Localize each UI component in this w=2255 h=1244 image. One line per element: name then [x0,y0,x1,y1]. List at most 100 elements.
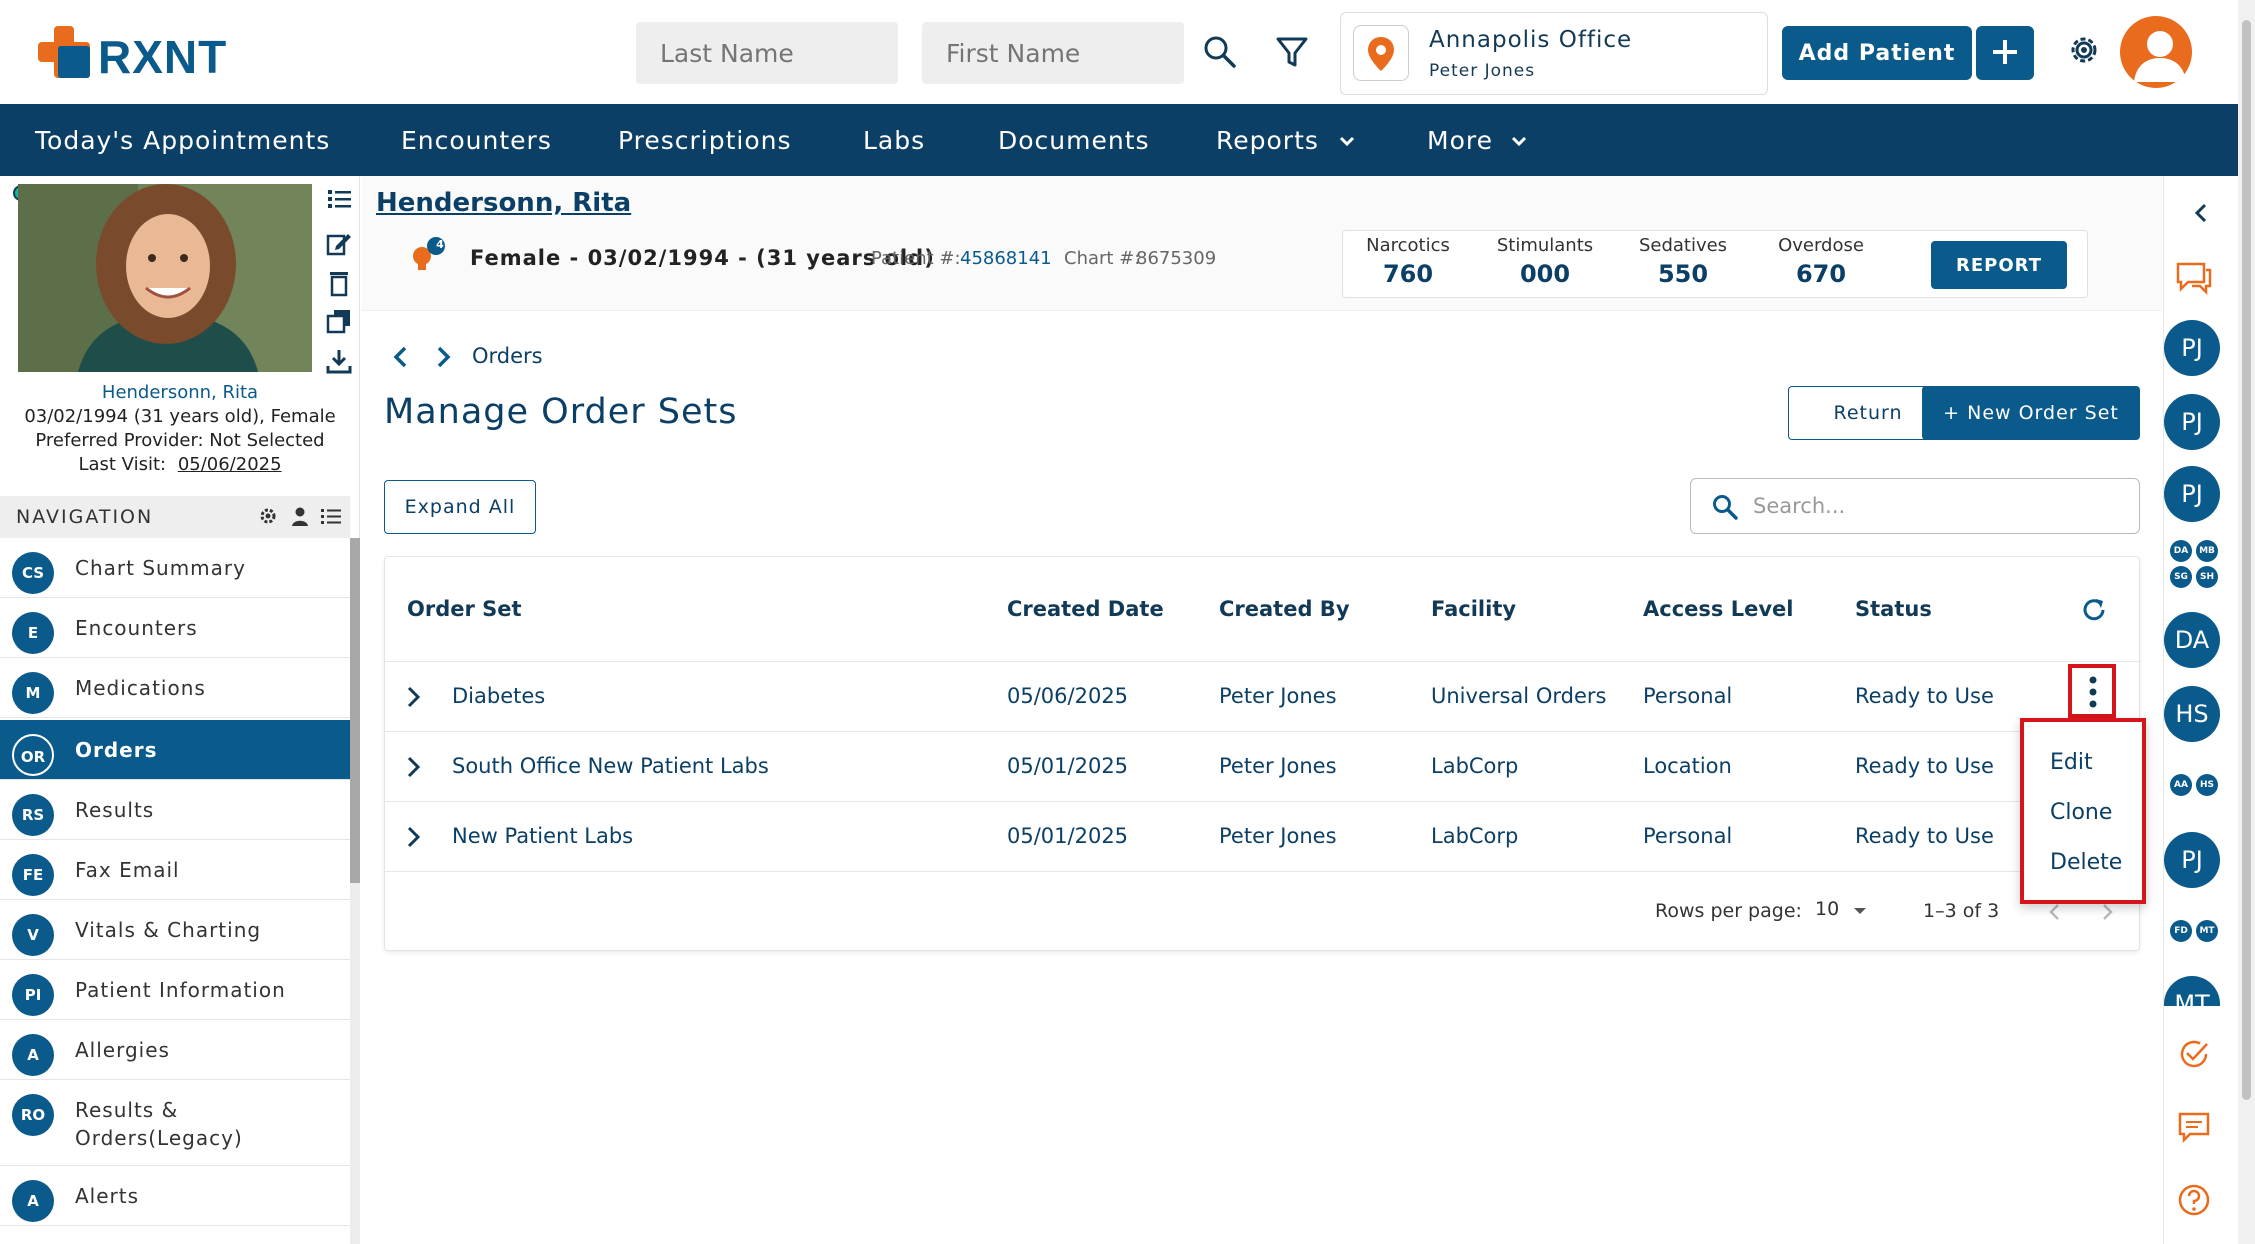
rail-mini-avatar[interactable]: SH [2196,566,2218,588]
table-row[interactable]: South Office New Patient Labs 05/01/2025… [385,731,2141,801]
rail-mini-avatar[interactable]: HS [2196,774,2218,796]
gear-icon[interactable] [2064,30,2104,70]
expand-chevron-icon[interactable] [401,684,425,710]
filter-icon[interactable] [1272,32,1312,72]
patient-card-name[interactable]: Hendersonn, Rita [0,382,360,403]
pdmp-report-button[interactable]: REPORT [1931,241,2067,289]
menu-item-edit[interactable]: Edit [2050,750,2093,775]
expand-chevron-icon[interactable] [401,824,425,850]
first-name-input[interactable] [922,22,1184,84]
nav-reports[interactable]: Reports [1216,126,1319,155]
rail-avatar-hs[interactable]: HS [2164,686,2220,742]
nav-more[interactable]: More [1427,126,1493,155]
table-row[interactable]: New Patient Labs 05/01/2025 Peter Jones … [385,801,2141,871]
quick-add-button[interactable] [1976,26,2034,80]
sidebar-item-allergies[interactable]: A Allergies [0,1020,350,1080]
search-icon[interactable] [1200,32,1240,72]
back-chevron-icon[interactable] [390,344,412,370]
last-name-input[interactable] [636,22,898,84]
page-scrollbar[interactable] [2238,0,2255,1244]
nav-todays-appointments[interactable]: Today's Appointments [35,126,330,155]
nav-documents[interactable]: Documents [998,126,1150,155]
more-chevron-down-icon[interactable] [1508,130,1530,152]
reports-chevron-down-icon[interactable] [1336,130,1358,152]
menu-item-delete[interactable]: Delete [2050,850,2122,875]
trash-icon[interactable] [324,268,354,298]
location-selector[interactable]: Annapolis Office Peter Jones [1340,12,1768,95]
nav-person-icon[interactable] [290,506,310,526]
sidebar-item-orders[interactable]: OR Orders [0,720,350,780]
rail-avatar-pj[interactable]: PJ [2164,832,2220,888]
sidebar-item-vitals-charting[interactable]: V Vitals & Charting [0,900,350,960]
cell-order-set[interactable]: South Office New Patient Labs [452,754,769,778]
cell-order-set[interactable]: New Patient Labs [452,824,633,848]
rail-avatar-da[interactable]: DA [2164,612,2220,668]
nav-encounters[interactable]: Encounters [401,126,552,155]
nav-list-icon[interactable] [320,506,342,526]
rail-mini-avatar[interactable]: FD [2170,920,2192,942]
col-created-date[interactable]: Created Date [1007,597,1164,621]
nav-settings-gear-icon[interactable] [258,506,278,526]
nav-labs[interactable]: Labs [863,126,925,155]
rail-mini-avatar[interactable]: MT [2196,920,2218,942]
menu-item-clone[interactable]: Clone [2050,800,2112,825]
last-visit-date[interactable]: 05/06/2025 [178,454,282,475]
rows-per-page-select[interactable]: 10 [1815,898,1839,920]
sidebar-item-encounters[interactable]: E Encounters [0,598,350,658]
collapse-chevron-icon[interactable] [2190,200,2212,226]
sidebar-item-results[interactable]: RS Results [0,780,350,840]
col-access-level[interactable]: Access Level [1643,597,1793,621]
rail-mini-avatar[interactable]: SG [2170,566,2192,588]
sidebar-item-medications[interactable]: M Medications [0,658,350,718]
user-avatar[interactable] [2120,16,2192,88]
add-patient-button[interactable]: Add Patient [1782,26,1972,80]
rail-avatar-pj[interactable]: PJ [2164,320,2220,376]
rail-mini-avatar[interactable]: MB [2196,540,2218,562]
chat-bubbles-icon[interactable] [2174,260,2214,296]
col-facility[interactable]: Facility [1431,597,1516,621]
col-created-by[interactable]: Created By [1219,597,1350,621]
cell-order-set[interactable]: Diabetes [452,684,545,708]
forward-chevron-icon[interactable] [432,344,454,370]
breadcrumb[interactable]: Orders [472,344,543,368]
page-scroll-thumb[interactable] [2242,20,2251,1100]
task-check-icon[interactable] [2176,1036,2212,1072]
rail-avatar-pj[interactable]: PJ [2164,394,2220,450]
col-order-set[interactable]: Order Set [407,597,522,621]
rxnt-logo[interactable]: RXNT [36,24,246,84]
navigation-header: NAVIGATION [0,496,350,538]
navigation-title: NAVIGATION [16,506,154,528]
sidebar-scroll-thumb[interactable] [350,538,360,883]
rail-mini-avatar[interactable]: AA [2170,774,2192,796]
message-icon[interactable] [2176,1110,2212,1144]
rail-mini-avatar[interactable]: DA [2170,540,2192,562]
nav-prescriptions[interactable]: Prescriptions [618,126,792,155]
sidebar-item-chart-summary[interactable]: CS Chart Summary [0,538,350,598]
sidebar-scrollbar[interactable] [350,538,360,1244]
expand-all-button[interactable]: Expand All [384,480,536,534]
patient-name-link[interactable]: Hendersonn, Rita [376,188,631,218]
edit-icon[interactable] [324,228,354,258]
patient-number[interactable]: 45868141 [960,248,1052,269]
sidebar-item-alerts[interactable]: A Alerts [0,1166,350,1226]
copy-icon[interactable] [324,306,354,336]
new-order-set-button[interactable]: + New Order Set [1922,386,2140,440]
sidebar-item-patient-information[interactable]: PI Patient Information [0,960,350,1020]
rows-per-page-dropdown-icon[interactable] [1851,904,1869,918]
table-row[interactable]: Diabetes 05/06/2025 Peter Jones Universa… [385,661,2141,731]
help-icon[interactable] [2176,1182,2212,1218]
nav-badge: RS [12,794,54,836]
col-status[interactable]: Status [1855,597,1932,621]
expand-chevron-icon[interactable] [401,754,425,780]
row-actions-button[interactable] [2068,664,2116,718]
cell-access-level: Location [1643,754,1732,778]
sidebar-item-fax-email[interactable]: FE Fax Email [0,840,350,900]
search-box[interactable]: Search... [1690,478,2140,534]
list-icon[interactable] [324,184,354,214]
rail-avatar-pj[interactable]: PJ [2164,466,2220,522]
download-icon[interactable] [324,346,354,376]
refresh-icon[interactable] [2079,595,2109,625]
nav-badge: V [12,914,54,956]
cell-created-date: 05/06/2025 [1007,684,1129,708]
sidebar-item-results-orders-legacy[interactable]: RO Results & Orders(Legacy) [0,1080,350,1166]
